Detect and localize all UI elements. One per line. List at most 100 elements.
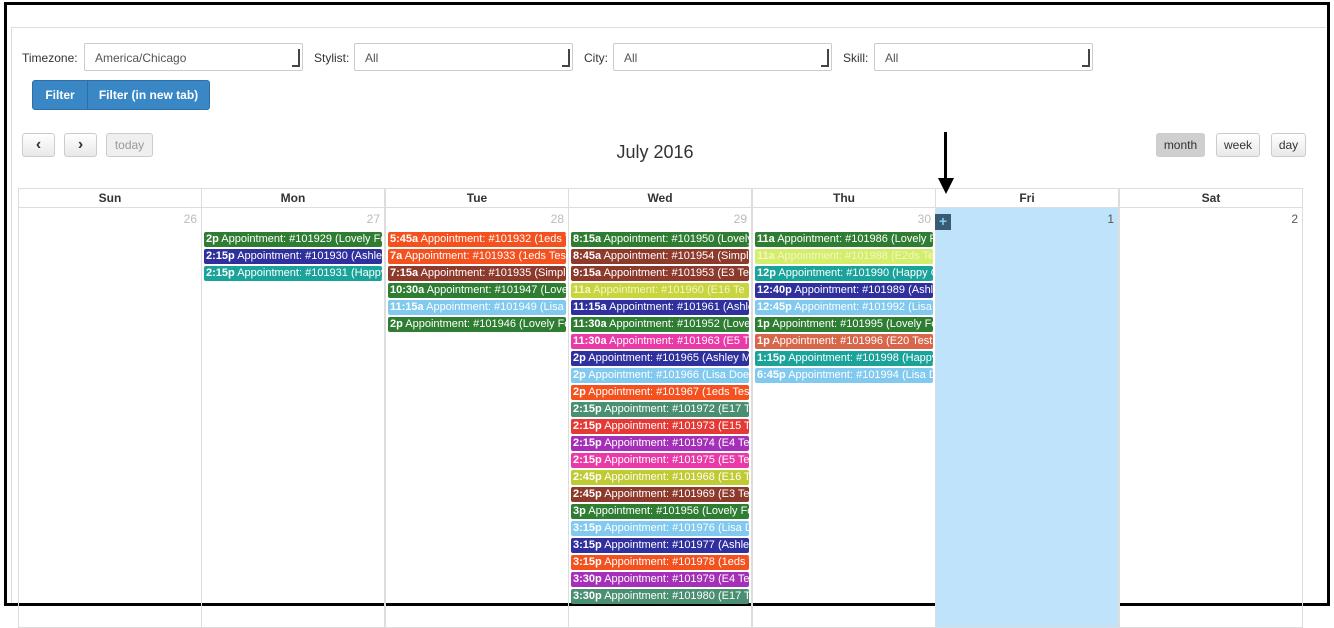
event-time: 11a — [757, 250, 775, 262]
event-item[interactable]: 11:30a Appointment: #101952 (Lovel — [571, 317, 749, 332]
event-item[interactable]: 11a Appointment: #101988 (E2ds Te — [755, 249, 933, 264]
event-item[interactable]: 11:30a Appointment: #101963 (E5 Te — [571, 334, 749, 349]
event-item[interactable]: 3p Appointment: #101956 (Lovely Fo — [571, 504, 749, 519]
day-cell[interactable]: 26 — [18, 208, 202, 628]
event-title: Appointment: #101980 (E17 Te — [604, 590, 749, 602]
event-item[interactable]: 5:45a Appointment: #101932 (1eds T — [388, 232, 566, 247]
event-list: 5:45a Appointment: #101932 (1eds T 7a App… — [388, 232, 566, 334]
event-item[interactable]: 12p Appointment: #101990 (Happy G — [755, 266, 933, 281]
event-time: 9:15a — [573, 267, 602, 279]
event-item[interactable]: 2:15p Appointment: #101974 (E4 Tes — [571, 436, 749, 451]
timezone-select[interactable]: America/Chicago — [84, 43, 303, 71]
plus-icon[interactable]: + — [935, 214, 951, 230]
event-time: 1p — [757, 318, 770, 330]
event-item[interactable]: 3:15p Appointment: #101976 (Lisa D — [571, 521, 749, 536]
day-cell[interactable]: 2 — [1119, 208, 1303, 628]
event-title: Appointment: #101986 (Lovely F — [777, 233, 933, 245]
chevron-down-icon — [821, 49, 829, 67]
event-item[interactable]: 3:30p Appointment: #101980 (E17 Te — [571, 589, 749, 604]
city-select[interactable]: All — [613, 43, 832, 71]
event-title: Appointment: #101954 (Simple — [603, 250, 749, 262]
event-item[interactable]: 2:45p Appointment: #101968 (E16 Te — [571, 470, 749, 485]
event-list: 11a Appointment: #101986 (Lovely F 11a Ap… — [755, 232, 933, 385]
event-time: 11a — [573, 284, 591, 296]
event-item[interactable]: 2p Appointment: #101929 (Lovely Fo — [204, 232, 382, 247]
filter-new-tab-button[interactable]: Filter (in new tab) — [87, 80, 210, 110]
event-time: 2:15p — [573, 437, 602, 449]
event-title: Appointment: #101933 (1eds Test — [404, 250, 566, 262]
day-cell[interactable]: 1 — [935, 208, 1119, 628]
event-time: 2:15p — [206, 250, 235, 262]
event-time: 11:15a — [390, 301, 424, 313]
skill-select[interactable]: All — [874, 43, 1093, 71]
event-item[interactable]: 1p Appointment: #101995 (Lovely Fo — [755, 317, 933, 332]
day-view-button[interactable]: day — [1271, 133, 1306, 157]
event-item[interactable]: 1p Appointment: #101996 (E20 Testi — [755, 334, 933, 349]
event-item[interactable]: 2p Appointment: #101966 (Lisa Doe) — [571, 368, 749, 383]
event-title: Appointment: #101953 (E3 Test — [603, 267, 749, 279]
event-item[interactable]: 2:15p Appointment: #101931 (Happy — [204, 266, 382, 281]
day-cell[interactable]: 29 8:15a Appointment: #101950 (Lovely 8:45… — [568, 208, 752, 628]
event-time: 11:30a — [573, 335, 607, 347]
event-title: Appointment: #101929 (Lovely Fo — [221, 233, 382, 245]
day-cell[interactable]: 30 11a Appointment: #101986 (Lovely F 11a … — [752, 208, 936, 628]
event-item[interactable]: 8:15a Appointment: #101950 (Lovely — [571, 232, 749, 247]
stylist-select[interactable]: All — [354, 43, 573, 71]
event-item[interactable]: 2:15p Appointment: #101930 (Ashley — [204, 249, 382, 264]
event-item[interactable]: 11:15a Appointment: #101949 (Lisa D — [388, 300, 566, 315]
event-item[interactable]: 3:30p Appointment: #101979 (E4 Tes — [571, 572, 749, 587]
event-item[interactable]: 1:15p Appointment: #101998 (Happy — [755, 351, 933, 366]
event-title: Appointment: #101998 (Happy — [788, 352, 933, 364]
event-title: Appointment: #101974 (E4 Tes — [604, 437, 749, 449]
event-item[interactable]: 10:30a Appointment: #101947 (Lovel — [388, 283, 566, 298]
event-title: Appointment: #101949 (Lisa D — [426, 301, 566, 313]
event-title: Appointment: #101956 (Lovely Fo — [588, 505, 749, 517]
day-cell[interactable]: 27 2p Appointment: #101929 (Lovely Fo 2:15… — [201, 208, 385, 628]
event-item[interactable]: 2p Appointment: #101965 (Ashley Ma — [571, 351, 749, 366]
event-title: Appointment: #101988 (E2ds Te — [777, 250, 933, 262]
event-item[interactable]: 2:15p Appointment: #101973 (E15 Te — [571, 419, 749, 434]
event-item[interactable]: 11a Appointment: #101960 (E16 Te — [571, 283, 749, 298]
event-item[interactable]: 12:45p Appointment: #101992 (Lisa D — [755, 300, 933, 315]
city-label: City: — [584, 51, 608, 65]
day-number: 27 — [366, 212, 380, 226]
event-item[interactable]: 6:45p Appointment: #101994 (Lisa D — [755, 368, 933, 383]
event-item[interactable]: 2:15p Appointment: #101975 (E5 Tes — [571, 453, 749, 468]
event-item[interactable]: 2:45p Appointment: #101969 (E3 Tes — [571, 487, 749, 502]
event-time: 5:45a — [390, 233, 419, 245]
event-title: Appointment: #101990 (Happy G — [778, 267, 933, 279]
event-item[interactable]: 3:15p Appointment: #101978 (1eds T — [571, 555, 749, 570]
event-item[interactable]: 9:15a Appointment: #101953 (E3 Test — [571, 266, 749, 281]
day-number: 2 — [1291, 212, 1298, 226]
event-title: Appointment: #101968 (E16 Te — [604, 471, 749, 483]
event-title: Appointment: #101961 (Ashle — [609, 301, 749, 313]
event-title: Appointment: #101966 (Lisa Doe) — [588, 369, 749, 381]
event-time: 11a — [757, 233, 775, 245]
stylist-value: All — [365, 51, 379, 65]
event-time: 2p — [573, 386, 586, 398]
week-view-button[interactable]: week — [1216, 133, 1260, 157]
chevron-down-icon — [562, 49, 570, 67]
event-item[interactable]: 3:15p Appointment: #101977 (Ashley — [571, 538, 749, 553]
event-time: 2p — [573, 352, 586, 364]
event-item[interactable]: 12:40p Appointment: #101989 (Ashle — [755, 283, 933, 298]
month-view-button[interactable]: month — [1156, 133, 1205, 157]
event-item[interactable]: 7a Appointment: #101933 (1eds Test — [388, 249, 566, 264]
event-item[interactable]: 11a Appointment: #101986 (Lovely F — [755, 232, 933, 247]
event-title: Appointment: #101952 (Lovel — [609, 318, 749, 330]
event-item[interactable]: 2:15p Appointment: #101972 (E17 Te — [571, 402, 749, 417]
event-item[interactable]: 2p Appointment: #101946 (Lovely Fo — [388, 317, 566, 332]
event-list: 8:15a Appointment: #101950 (Lovely 8:45a … — [571, 232, 749, 606]
event-item[interactable]: 2p Appointment: #101967 (1eds Test — [571, 385, 749, 400]
filter-button[interactable]: Filter — [32, 80, 88, 110]
event-time: 12:45p — [757, 301, 792, 313]
event-title: Appointment: #101931 (Happy — [237, 267, 382, 279]
event-time: 2:45p — [573, 488, 602, 500]
event-title: Appointment: #101930 (Ashley — [237, 250, 382, 262]
event-item[interactable]: 7:15a Appointment: #101935 (Simple — [388, 266, 566, 281]
event-title: Appointment: #101996 (E20 Testi — [772, 335, 933, 347]
day-cell[interactable]: 28 5:45a Appointment: #101932 (1eds T 7a A… — [385, 208, 569, 628]
event-item[interactable]: 8:45a Appointment: #101954 (Simple — [571, 249, 749, 264]
event-time: 10:30a — [390, 284, 425, 296]
event-item[interactable]: 11:15a Appointment: #101961 (Ashle — [571, 300, 749, 315]
